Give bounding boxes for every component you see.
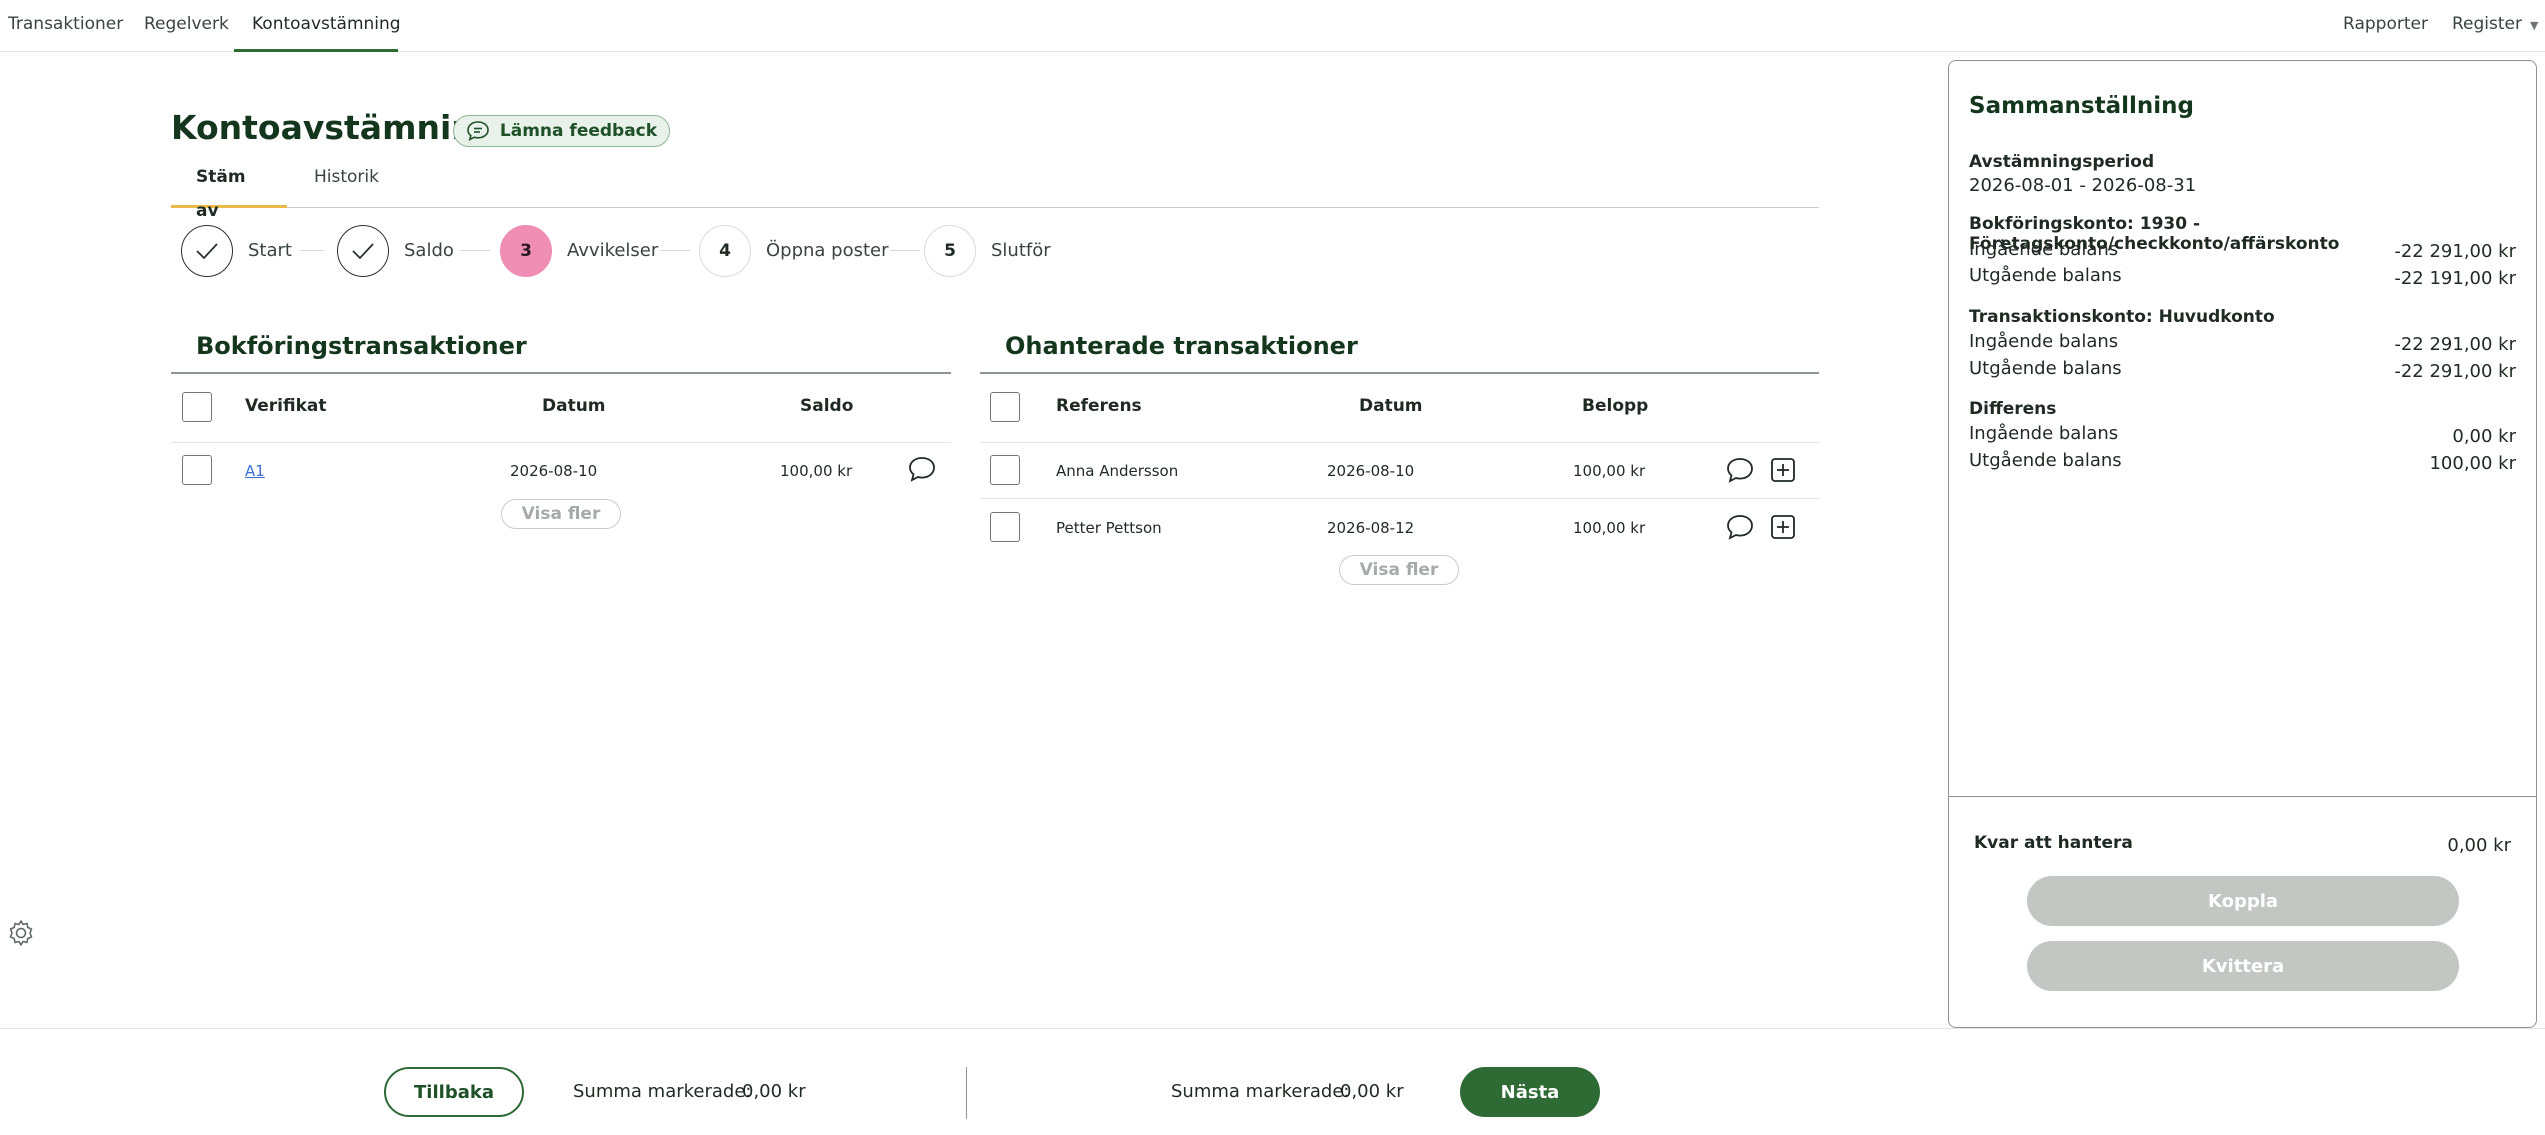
diff-out-value: 100,00 kr [2429, 453, 2516, 474]
period-label: Avstämningsperiod [1969, 152, 2155, 172]
bk-in-label: Ingående balans [1969, 239, 2119, 260]
remaining-label: Kvar att hantera [1974, 833, 2133, 853]
top-navigation: Transaktioner Regelverk Kontoavstämning … [0, 0, 2545, 52]
divider [980, 372, 1819, 374]
divider [1949, 796, 2536, 797]
column-header-referens: Referens [1056, 396, 1142, 416]
verifikat-link[interactable]: A1 [245, 462, 265, 480]
tab-kontoavstamning[interactable]: Kontoavstämning [234, 0, 401, 52]
tab-regelverk[interactable]: Regelverk [144, 0, 229, 52]
subtab-stam-av[interactable]: Stäm av [171, 160, 287, 221]
period-value: 2026-08-01 - 2026-08-31 [1969, 175, 2197, 196]
row-date: 2026-08-10 [1327, 462, 1415, 480]
bk-in-value: -22 291,00 kr [2394, 241, 2516, 262]
row-reference: Anna Andersson [1056, 462, 1179, 480]
sum-value-right: 0,00 kr [1340, 1081, 1404, 1102]
divider [966, 1067, 967, 1119]
divider [171, 442, 951, 443]
show-more-button[interactable]: Visa fler [501, 499, 621, 529]
column-header-verifikat: Verifikat [245, 396, 327, 416]
feedback-button[interactable]: Lämna feedback [453, 115, 670, 147]
row-checkbox[interactable] [990, 455, 1020, 485]
step-connector [890, 250, 920, 251]
checkmark-icon [196, 243, 218, 260]
footer-bar: Tillbaka Summa markerade: 0,00 kr Summa … [0, 1028, 2545, 1135]
sum-value-left: 0,00 kr [742, 1081, 806, 1102]
row-amount: 100,00 kr [780, 462, 853, 480]
bk-out-label: Utgående balans [1969, 265, 2122, 286]
tab-transaktioner[interactable]: Transaktioner [8, 0, 123, 52]
comment-icon[interactable] [1724, 511, 1756, 543]
step-3-label: Avvikelser [567, 240, 659, 261]
step-3-circle[interactable]: 3 [500, 225, 552, 277]
column-header-belopp: Belopp [1582, 396, 1649, 416]
step-5-circle[interactable]: 5 [924, 225, 976, 277]
sum-label-right: Summa markerade: [1171, 1081, 1350, 1102]
summary-title: Sammanställning [1969, 93, 2194, 119]
connect-button[interactable]: Koppla [2027, 876, 2459, 926]
step-1-label: Start [248, 240, 292, 261]
remaining-value: 0,00 kr [2447, 835, 2511, 856]
bk-out-value: -22 191,00 kr [2394, 268, 2516, 289]
row-date: 2026-08-12 [1327, 519, 1415, 537]
add-icon[interactable] [1767, 454, 1799, 486]
row-date: 2026-08-10 [510, 462, 598, 480]
chevron-down-icon: ▼ [2530, 19, 2539, 32]
diff-in-label: Ingående balans [1969, 423, 2119, 444]
tr-in-label: Ingående balans [1969, 331, 2119, 352]
sum-label-left: Summa markerade: [573, 1081, 752, 1102]
row-reference: Petter Pettson [1056, 519, 1162, 537]
step-connector [660, 250, 690, 251]
step-2-circle[interactable] [337, 225, 389, 277]
step-4-circle[interactable]: 4 [699, 225, 751, 277]
register-label: Register [2452, 14, 2522, 34]
acknowledge-button[interactable]: Kvittera [2027, 941, 2459, 991]
show-more-button[interactable]: Visa fler [1339, 555, 1459, 585]
select-all-checkbox[interactable] [990, 392, 1020, 422]
step-connector [460, 250, 490, 251]
comment-icon[interactable] [906, 453, 938, 485]
diff-in-value: 0,00 kr [2452, 426, 2516, 447]
register-menu[interactable]: Register ▼ [2452, 0, 2538, 48]
column-header-datum: Datum [542, 396, 606, 416]
sub-tabs: Stäm av Historik [171, 160, 1819, 221]
summary-panel: Sammanställning Avstämningsperiod 2026-0… [1948, 60, 2537, 1028]
step-5-label: Slutför [991, 240, 1051, 261]
step-2-label: Saldo [404, 240, 454, 261]
checkmark-icon [352, 243, 374, 260]
divider [980, 442, 1819, 443]
diff-out-label: Utgående balans [1969, 450, 2122, 471]
column-header-datum: Datum [1359, 396, 1423, 416]
difference-label: Differens [1969, 399, 2057, 419]
tr-out-label: Utgående balans [1969, 358, 2122, 379]
gear-icon[interactable] [6, 918, 36, 948]
unhandled-title: Ohanterade transaktioner [1005, 332, 1358, 360]
divider [171, 372, 951, 374]
tr-out-value: -22 291,00 kr [2394, 361, 2516, 382]
subtab-historik[interactable]: Historik [314, 160, 379, 208]
row-checkbox[interactable] [182, 455, 212, 485]
comment-icon[interactable] [1724, 454, 1756, 486]
divider [980, 498, 1819, 499]
bookkeeping-title: Bokföringstransaktioner [196, 332, 527, 360]
add-icon[interactable] [1767, 511, 1799, 543]
page-title: Kontoavstämning [171, 108, 499, 147]
back-button[interactable]: Tillbaka [384, 1067, 524, 1117]
row-amount: 100,00 kr [1573, 462, 1646, 480]
select-all-checkbox[interactable] [182, 392, 212, 422]
reports-link[interactable]: Rapporter [2343, 0, 2428, 48]
row-checkbox[interactable] [990, 512, 1020, 542]
feedback-label: Lämna feedback [499, 121, 658, 141]
row-amount: 100,00 kr [1573, 519, 1646, 537]
transaction-account-label: Transaktionskonto: Huvudkonto [1969, 307, 2275, 327]
step-1-circle[interactable] [181, 225, 233, 277]
tr-in-value: -22 291,00 kr [2394, 334, 2516, 355]
next-button[interactable]: Nästa [1460, 1067, 1600, 1117]
chat-bubble-icon [467, 121, 489, 141]
step-4-label: Öppna poster [766, 240, 889, 261]
step-connector [300, 250, 324, 251]
column-header-saldo: Saldo [800, 396, 854, 416]
